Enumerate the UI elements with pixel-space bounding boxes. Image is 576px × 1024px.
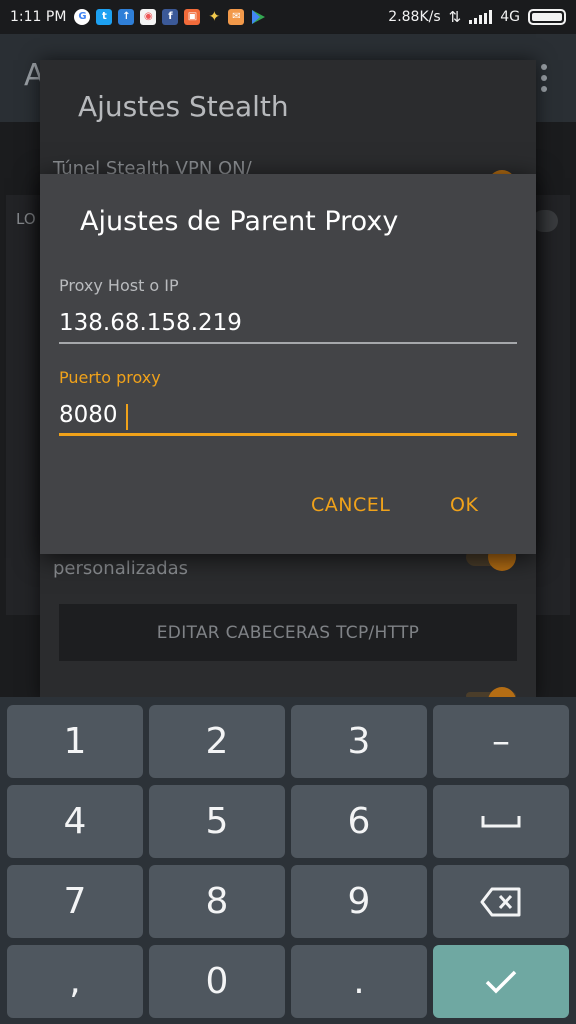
key-4[interactable]: 4 [7,785,143,858]
parent-proxy-dialog: Ajustes de Parent Proxy Proxy Host o IP … [40,174,536,554]
key-9[interactable]: 9 [291,865,427,938]
data-arrows-icon: ⇅ [448,8,462,26]
pinwheel-icon: ✦ [208,9,221,25]
notification-icons: G t ↑ ◉ f ▣ ✦ ✉ [74,9,266,25]
google-icon: G [74,9,91,25]
overflow-menu-icon[interactable] [540,64,548,92]
key-6[interactable]: 6 [291,785,427,858]
status-time: 1:11 PM [10,9,67,25]
proxy-port-label: Puerto proxy [59,368,161,387]
twitter-icon: t [96,9,113,25]
edit-headers-button[interactable]: EDITAR CABECERAS TCP/HTTP [59,604,517,661]
stealth-dialog-title: Ajustes Stealth [78,90,289,123]
mail-icon: ✉ [228,9,245,25]
key-7[interactable]: 7 [7,865,143,938]
calendar-icon: ◉ [140,9,157,25]
key-backspace[interactable] [433,865,569,938]
key-period[interactable]: . [291,945,427,1018]
proxy-host-label: Proxy Host o IP [59,276,179,295]
battery-icon [528,9,566,25]
text-cursor [126,404,128,430]
app-label: LO [16,210,36,228]
network-speed: 2.88K/s [388,9,441,25]
custom-headers-label: personalizadas [53,558,189,579]
key-minus[interactable]: – [433,705,569,778]
key-space[interactable] [433,785,569,858]
key-0[interactable]: 0 [149,945,285,1018]
key-done[interactable] [433,945,569,1018]
key-2[interactable]: 2 [149,705,285,778]
ok-button[interactable]: OK [450,494,478,516]
numeric-keyboard: 1 2 3 – 4 5 6 7 8 9 , 0 . [0,697,576,1024]
facebook-icon: f [162,9,179,25]
status-right: 2.88K/s ⇅ 4G [388,8,566,26]
app-icon: ↑ [118,9,135,25]
key-1[interactable]: 1 [7,705,143,778]
key-5[interactable]: 5 [149,785,285,858]
checkmark-icon [485,970,517,993]
proxy-host-input[interactable] [59,304,517,344]
key-8[interactable]: 8 [149,865,285,938]
status-bar: 1:11 PM G t ↑ ◉ f ▣ ✦ ✉ 2.88K/s ⇅ 4G [0,0,576,34]
key-comma[interactable]: , [7,945,143,1018]
network-type: 4G [500,9,520,25]
cancel-button[interactable]: CANCEL [311,494,390,516]
play-store-icon [250,9,266,25]
photo-icon: ▣ [184,9,201,25]
space-icon [481,815,521,827]
key-3[interactable]: 3 [291,705,427,778]
signal-icon [469,10,493,24]
proxy-dialog-title: Ajustes de Parent Proxy [80,206,399,237]
backspace-icon [480,887,521,916]
